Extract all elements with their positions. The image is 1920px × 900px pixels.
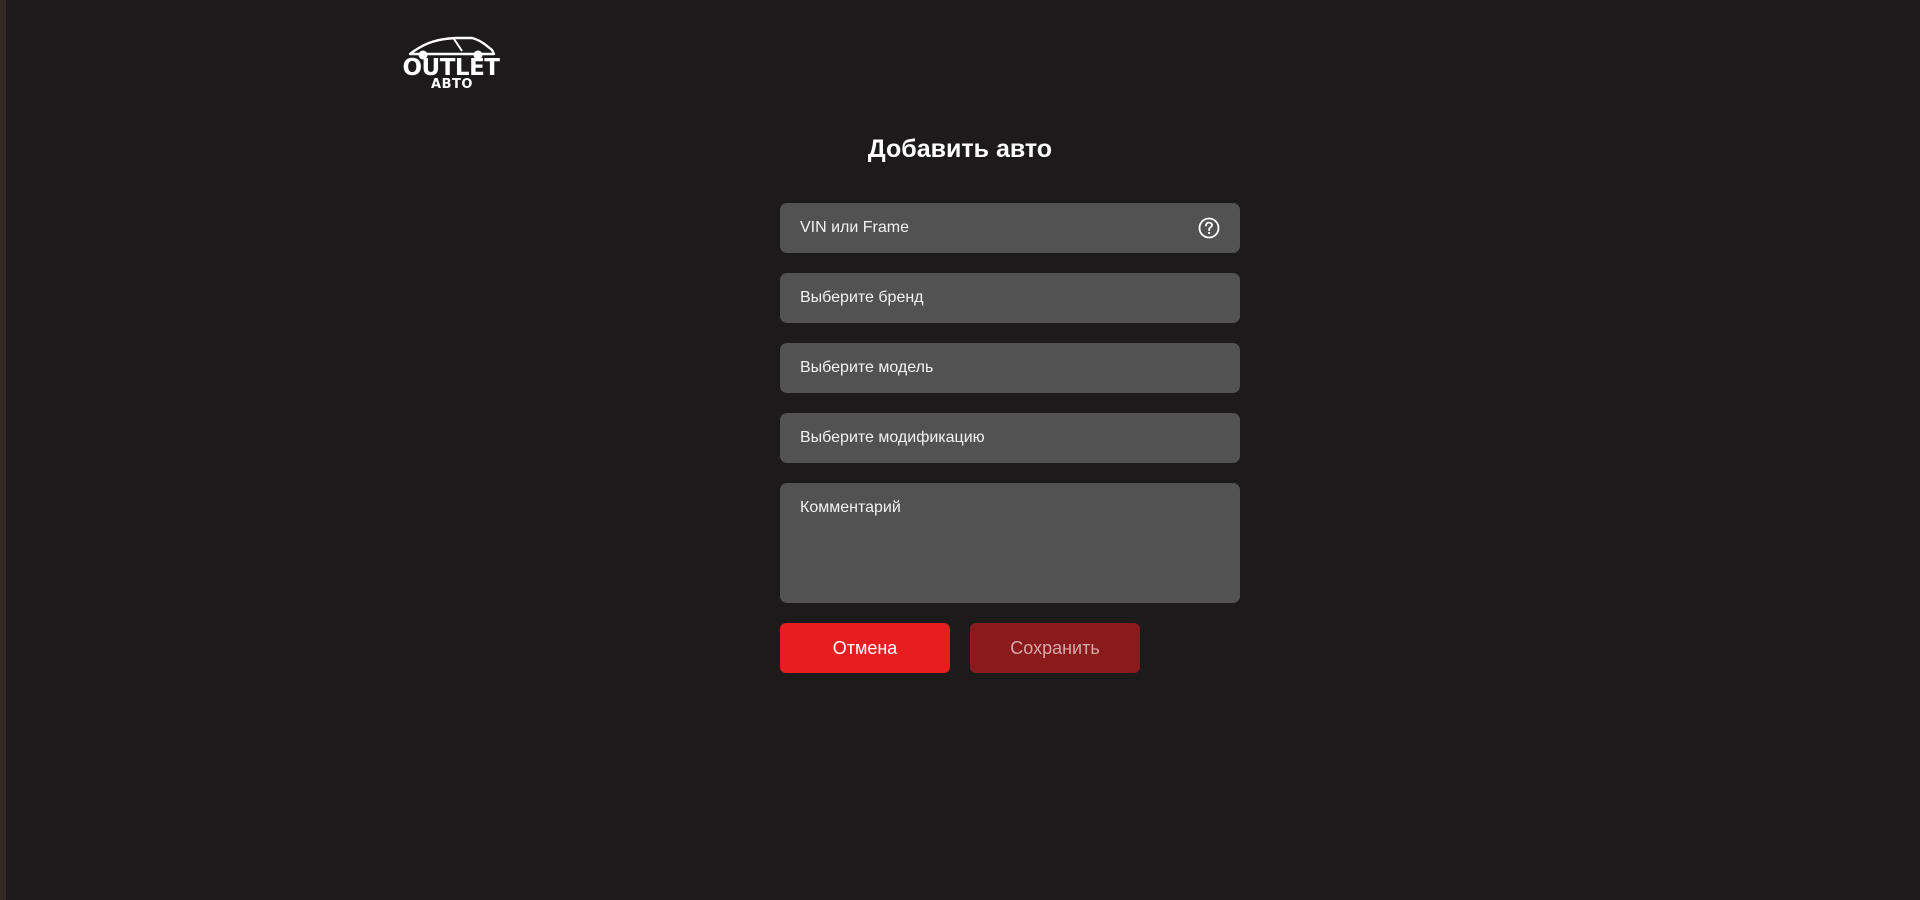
page-title: Добавить авто: [867, 135, 1053, 163]
comment-textarea[interactable]: [780, 483, 1240, 603]
car-logo-icon: OUTLET АВТО: [403, 36, 501, 90]
brand-field: [780, 273, 1240, 323]
left-edge-divider: [0, 0, 6, 900]
vin-field: [780, 203, 1240, 253]
comment-field: [780, 483, 1240, 603]
logo-text-auto: АВТО: [431, 77, 473, 90]
modification-field: [780, 413, 1240, 463]
model-select[interactable]: [780, 343, 1240, 393]
modification-select[interactable]: [780, 413, 1240, 463]
brand-select[interactable]: [780, 273, 1240, 323]
vin-input[interactable]: [780, 203, 1240, 253]
model-field: [780, 343, 1240, 393]
question-circle-icon[interactable]: [1198, 217, 1220, 239]
cancel-button[interactable]: Отмена: [780, 623, 950, 673]
save-button[interactable]: Сохранить: [970, 623, 1140, 673]
outlet-auto-logo[interactable]: OUTLET АВТО: [396, 34, 506, 90]
page: OUTLET АВТО Добавить авто Отмена Сохрани…: [0, 0, 1920, 900]
